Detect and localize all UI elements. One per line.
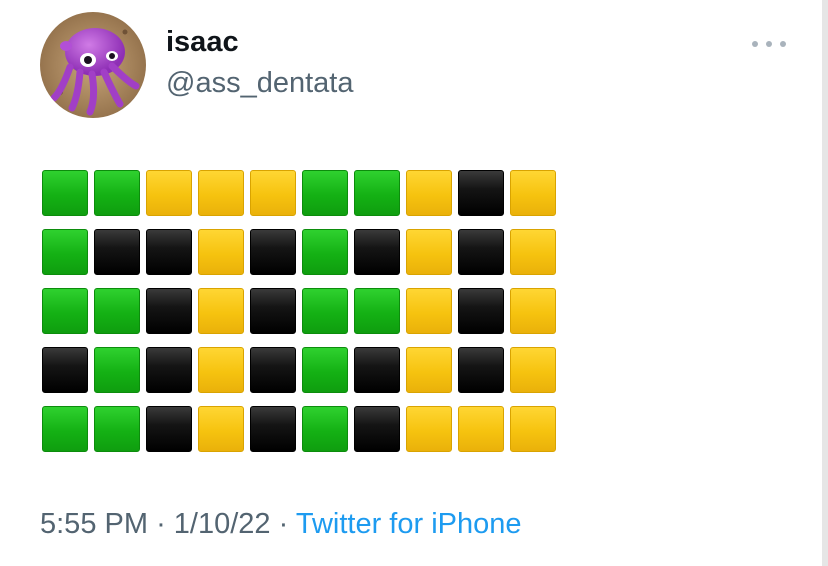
green-square-icon (302, 406, 348, 452)
black-square-icon (250, 229, 296, 275)
yellow-square-icon (406, 229, 452, 275)
green-square-icon (94, 406, 140, 452)
green-square-icon (354, 170, 400, 216)
yellow-square-icon (406, 288, 452, 334)
yellow-square-icon (406, 347, 452, 393)
green-square-icon (354, 288, 400, 334)
tweet-meta: 5:55 PM · 1/10/22 · Twitter for iPhone (40, 508, 522, 541)
yellow-square-icon (510, 229, 556, 275)
yellow-square-icon (198, 229, 244, 275)
green-square-icon (42, 229, 88, 275)
meta-separator: · (156, 508, 166, 540)
yellow-square-icon (198, 170, 244, 216)
green-square-icon (302, 347, 348, 393)
green-square-icon (302, 229, 348, 275)
green-square-icon (94, 347, 140, 393)
black-square-icon (354, 229, 400, 275)
green-square-icon (42, 406, 88, 452)
black-square-icon (354, 347, 400, 393)
more-horizontal-icon (780, 41, 786, 47)
yellow-square-icon (198, 288, 244, 334)
green-square-icon (302, 170, 348, 216)
panel-edge (822, 0, 828, 566)
black-square-icon (146, 229, 192, 275)
more-options-button[interactable] (752, 36, 786, 52)
avatar[interactable] (40, 12, 146, 118)
purple-octopus-avatar-icon (40, 12, 146, 118)
black-square-icon (250, 406, 296, 452)
yellow-square-icon (406, 170, 452, 216)
black-square-icon (146, 406, 192, 452)
more-horizontal-icon (752, 41, 758, 47)
author-handle[interactable]: @ass_dentata (166, 67, 353, 100)
green-square-icon (94, 288, 140, 334)
yellow-square-icon (146, 170, 192, 216)
green-square-icon (302, 288, 348, 334)
black-square-icon (146, 347, 192, 393)
more-horizontal-icon (766, 41, 772, 47)
black-square-icon (458, 347, 504, 393)
black-square-icon (94, 229, 140, 275)
wordle-result-grid (42, 170, 556, 452)
yellow-square-icon (406, 406, 452, 452)
yellow-square-icon (250, 170, 296, 216)
green-square-icon (42, 288, 88, 334)
black-square-icon (458, 170, 504, 216)
green-square-icon (42, 170, 88, 216)
yellow-square-icon (458, 406, 504, 452)
black-square-icon (354, 406, 400, 452)
tweet-time[interactable]: 5:55 PM (40, 508, 148, 540)
black-square-icon (250, 347, 296, 393)
yellow-square-icon (510, 170, 556, 216)
green-square-icon (94, 170, 140, 216)
yellow-square-icon (510, 288, 556, 334)
black-square-icon (458, 288, 504, 334)
black-square-icon (42, 347, 88, 393)
yellow-square-icon (198, 347, 244, 393)
yellow-square-icon (510, 347, 556, 393)
tweet-date[interactable]: 1/10/22 (174, 508, 271, 540)
meta-separator: · (278, 508, 289, 540)
black-square-icon (458, 229, 504, 275)
yellow-square-icon (510, 406, 556, 452)
black-square-icon (250, 288, 296, 334)
tweet-source-link[interactable]: Twitter for iPhone (296, 508, 522, 540)
yellow-square-icon (198, 406, 244, 452)
author-display-name[interactable]: isaac (166, 26, 239, 59)
black-square-icon (146, 288, 192, 334)
